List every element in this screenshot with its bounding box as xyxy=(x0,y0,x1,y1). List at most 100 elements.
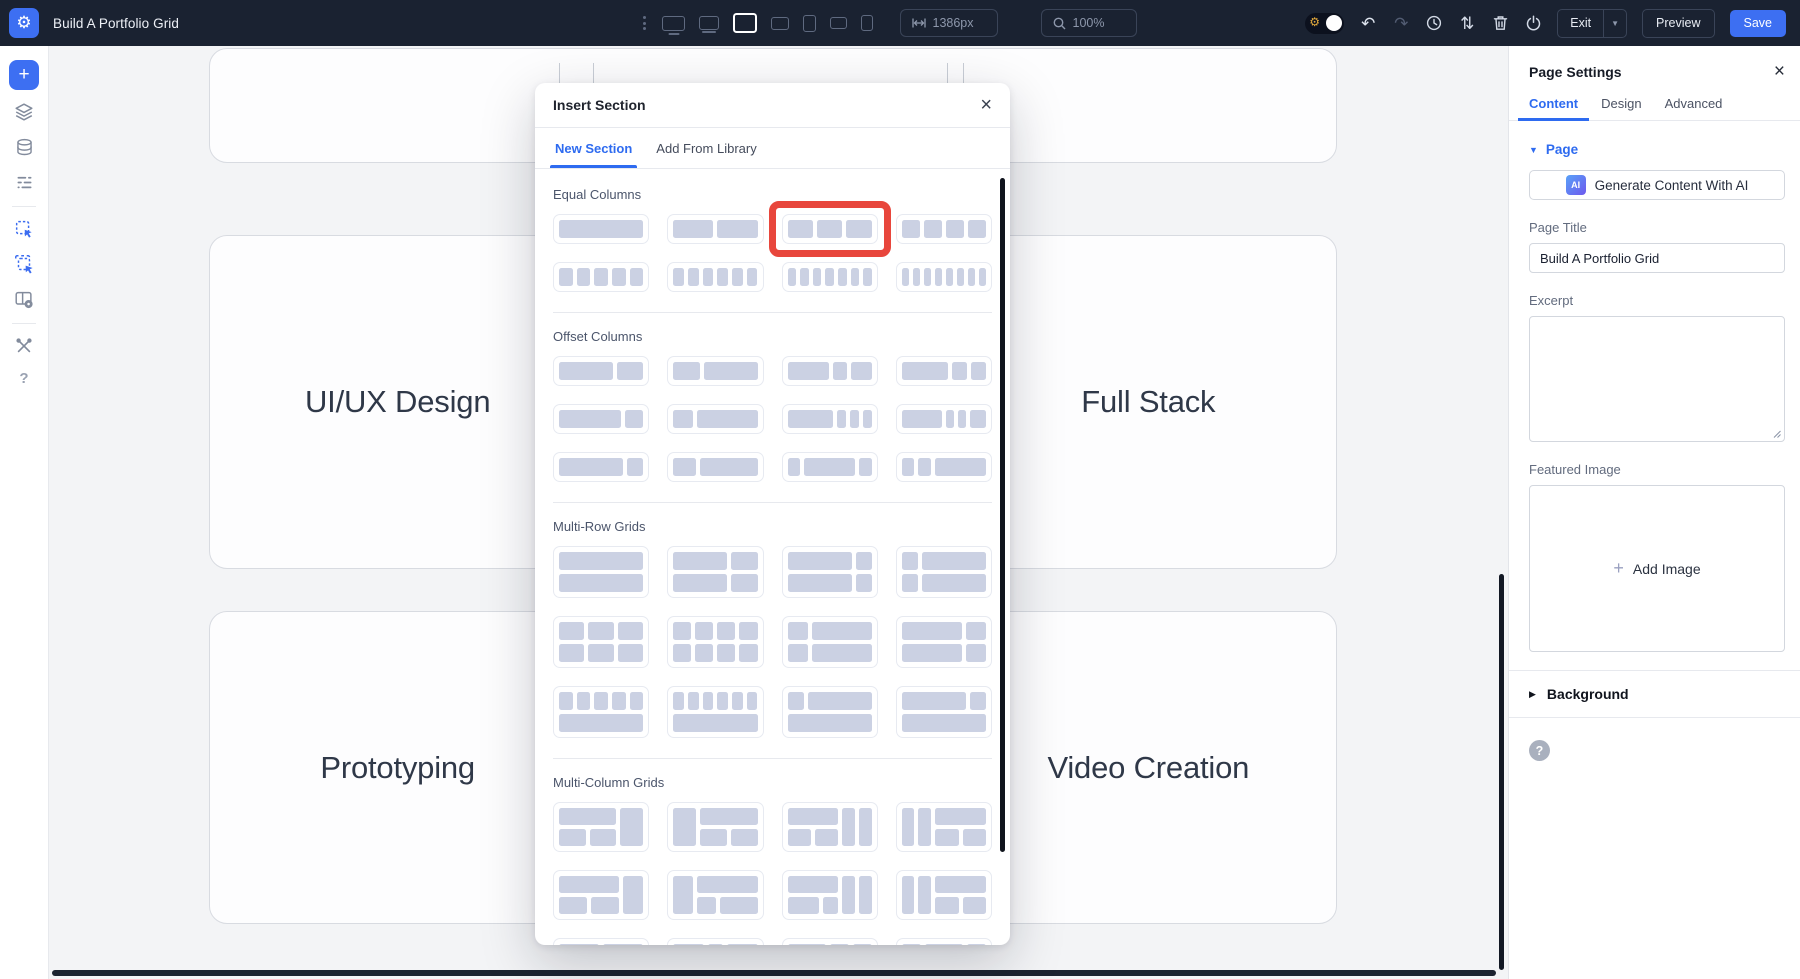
reorder-icon[interactable]: ⇅ xyxy=(1458,15,1476,32)
history-icon[interactable] xyxy=(1425,15,1443,31)
canvas-vertical-scrollbar[interactable] xyxy=(1499,574,1504,970)
generate-content-ai-button[interactable]: AI Generate Content With AI xyxy=(1529,170,1785,200)
layout-tile[interactable] xyxy=(782,356,878,386)
layout-tile[interactable] xyxy=(553,938,649,945)
trash-icon[interactable] xyxy=(1491,15,1509,31)
tab-advanced[interactable]: Advanced xyxy=(1665,96,1723,111)
device-phone-landscape-button[interactable] xyxy=(830,17,847,29)
layout-tile[interactable] xyxy=(553,262,649,292)
zoom-field[interactable]: 100% xyxy=(1041,9,1137,37)
power-icon[interactable] xyxy=(1524,15,1542,31)
layout-tile[interactable] xyxy=(896,262,992,292)
layout-tile[interactable] xyxy=(553,452,649,482)
help-icon[interactable]: ? xyxy=(1529,740,1550,761)
layout-tile[interactable] xyxy=(782,546,878,598)
mode-toggle[interactable]: ⚙ xyxy=(1305,13,1344,34)
layout-tile[interactable] xyxy=(896,404,992,434)
layout-tile[interactable] xyxy=(782,686,878,738)
tools-panel-button[interactable] xyxy=(11,333,37,359)
device-tablet-portrait-button[interactable] xyxy=(803,15,816,32)
select-element-tool[interactable] xyxy=(11,216,37,242)
redo-icon[interactable]: ↷ xyxy=(1392,15,1410,32)
add-image-button[interactable]: + Add Image xyxy=(1529,485,1785,652)
page-title-input[interactable] xyxy=(1529,243,1785,273)
close-icon[interactable]: × xyxy=(980,95,992,115)
layout-tile[interactable] xyxy=(782,404,878,434)
layout-tile[interactable] xyxy=(553,356,649,386)
layout-tile[interactable] xyxy=(896,616,992,668)
save-button[interactable]: Save xyxy=(1730,10,1787,37)
structure-panel-button[interactable] xyxy=(11,169,37,195)
layout-tile[interactable] xyxy=(667,938,763,945)
layout-tile[interactable] xyxy=(553,686,649,738)
layout-tile[interactable] xyxy=(667,802,763,852)
layout-tile[interactable] xyxy=(553,870,649,920)
layout-tile[interactable] xyxy=(667,404,763,434)
layout-tile[interactable] xyxy=(553,546,649,598)
layout-tile[interactable] xyxy=(667,262,763,292)
layout-tile[interactable] xyxy=(782,616,878,668)
layers-panel-button[interactable] xyxy=(11,99,37,125)
layout-tile[interactable] xyxy=(896,938,992,945)
layout-tile[interactable] xyxy=(553,802,649,852)
exit-button[interactable]: Exit xyxy=(1558,10,1603,37)
layout-tile-selected[interactable] xyxy=(782,214,878,244)
layout-tile[interactable] xyxy=(553,404,649,434)
tile-block xyxy=(732,692,743,710)
section-heading[interactable]: Prototyping xyxy=(320,750,475,786)
layout-tile[interactable] xyxy=(553,616,649,668)
tab-design[interactable]: Design xyxy=(1601,96,1641,111)
help-button[interactable]: ? xyxy=(19,370,28,387)
section-heading[interactable]: UI/UX Design xyxy=(305,384,490,420)
device-tablet-small-button[interactable] xyxy=(771,17,789,30)
select-section-tool[interactable] xyxy=(11,251,37,277)
add-element-button[interactable]: + xyxy=(9,60,39,90)
exit-dropdown-button[interactable]: ▼ xyxy=(1603,10,1626,37)
more-options-icon[interactable] xyxy=(641,16,648,30)
tile-row xyxy=(788,692,872,710)
layout-tile[interactable] xyxy=(667,546,763,598)
database-panel-button[interactable] xyxy=(11,134,37,160)
layout-tile[interactable] xyxy=(896,802,992,852)
canvas-horizontal-scrollbar[interactable] xyxy=(52,970,1496,976)
tab-content[interactable]: Content xyxy=(1529,96,1578,111)
layout-tile[interactable] xyxy=(667,452,763,482)
undo-icon[interactable]: ↶ xyxy=(1359,15,1377,32)
close-icon[interactable]: × xyxy=(1774,62,1785,81)
layout-tile[interactable] xyxy=(667,616,763,668)
section-heading[interactable]: Full Stack xyxy=(1081,384,1215,420)
resize-handle-icon[interactable] xyxy=(1771,428,1781,438)
device-laptop-button[interactable] xyxy=(699,16,719,30)
layout-tile[interactable] xyxy=(896,546,992,598)
layout-tile[interactable] xyxy=(667,356,763,386)
section-heading[interactable]: Video Creation xyxy=(1047,750,1249,786)
layout-tile[interactable] xyxy=(667,870,763,920)
excerpt-textarea[interactable] xyxy=(1529,316,1785,442)
layout-tile[interactable] xyxy=(782,802,878,852)
layout-tile[interactable] xyxy=(782,262,878,292)
layout-tile[interactable] xyxy=(896,452,992,482)
page-section-toggle[interactable]: ▼ Page xyxy=(1529,142,1785,157)
layout-tile[interactable] xyxy=(667,214,763,244)
layout-tile[interactable] xyxy=(667,686,763,738)
preview-button[interactable]: Preview xyxy=(1642,9,1714,38)
tab-add-from-library[interactable]: Add From Library xyxy=(656,128,756,168)
layout-tile[interactable] xyxy=(896,686,992,738)
layout-tile[interactable] xyxy=(782,938,878,945)
layout-tile[interactable] xyxy=(896,870,992,920)
layout-tile[interactable] xyxy=(896,356,992,386)
layout-tile[interactable] xyxy=(553,214,649,244)
device-tablet-landscape-button[interactable] xyxy=(733,13,757,33)
tile-block xyxy=(935,808,986,825)
device-phone-portrait-button[interactable] xyxy=(861,15,873,31)
device-desktop-button[interactable] xyxy=(662,16,685,31)
layout-tile[interactable] xyxy=(896,214,992,244)
tab-new-section[interactable]: New Section xyxy=(555,128,632,168)
builder-settings-button[interactable]: ⚙ xyxy=(9,8,39,38)
viewport-width-field[interactable]: 1386px xyxy=(900,9,998,37)
layout-tile[interactable] xyxy=(782,870,878,920)
layout-tile[interactable] xyxy=(782,452,878,482)
modal-scrollbar[interactable] xyxy=(1000,178,1005,852)
templates-panel-button[interactable] xyxy=(11,286,37,312)
background-section-toggle[interactable]: ▶ Background xyxy=(1529,671,1785,717)
